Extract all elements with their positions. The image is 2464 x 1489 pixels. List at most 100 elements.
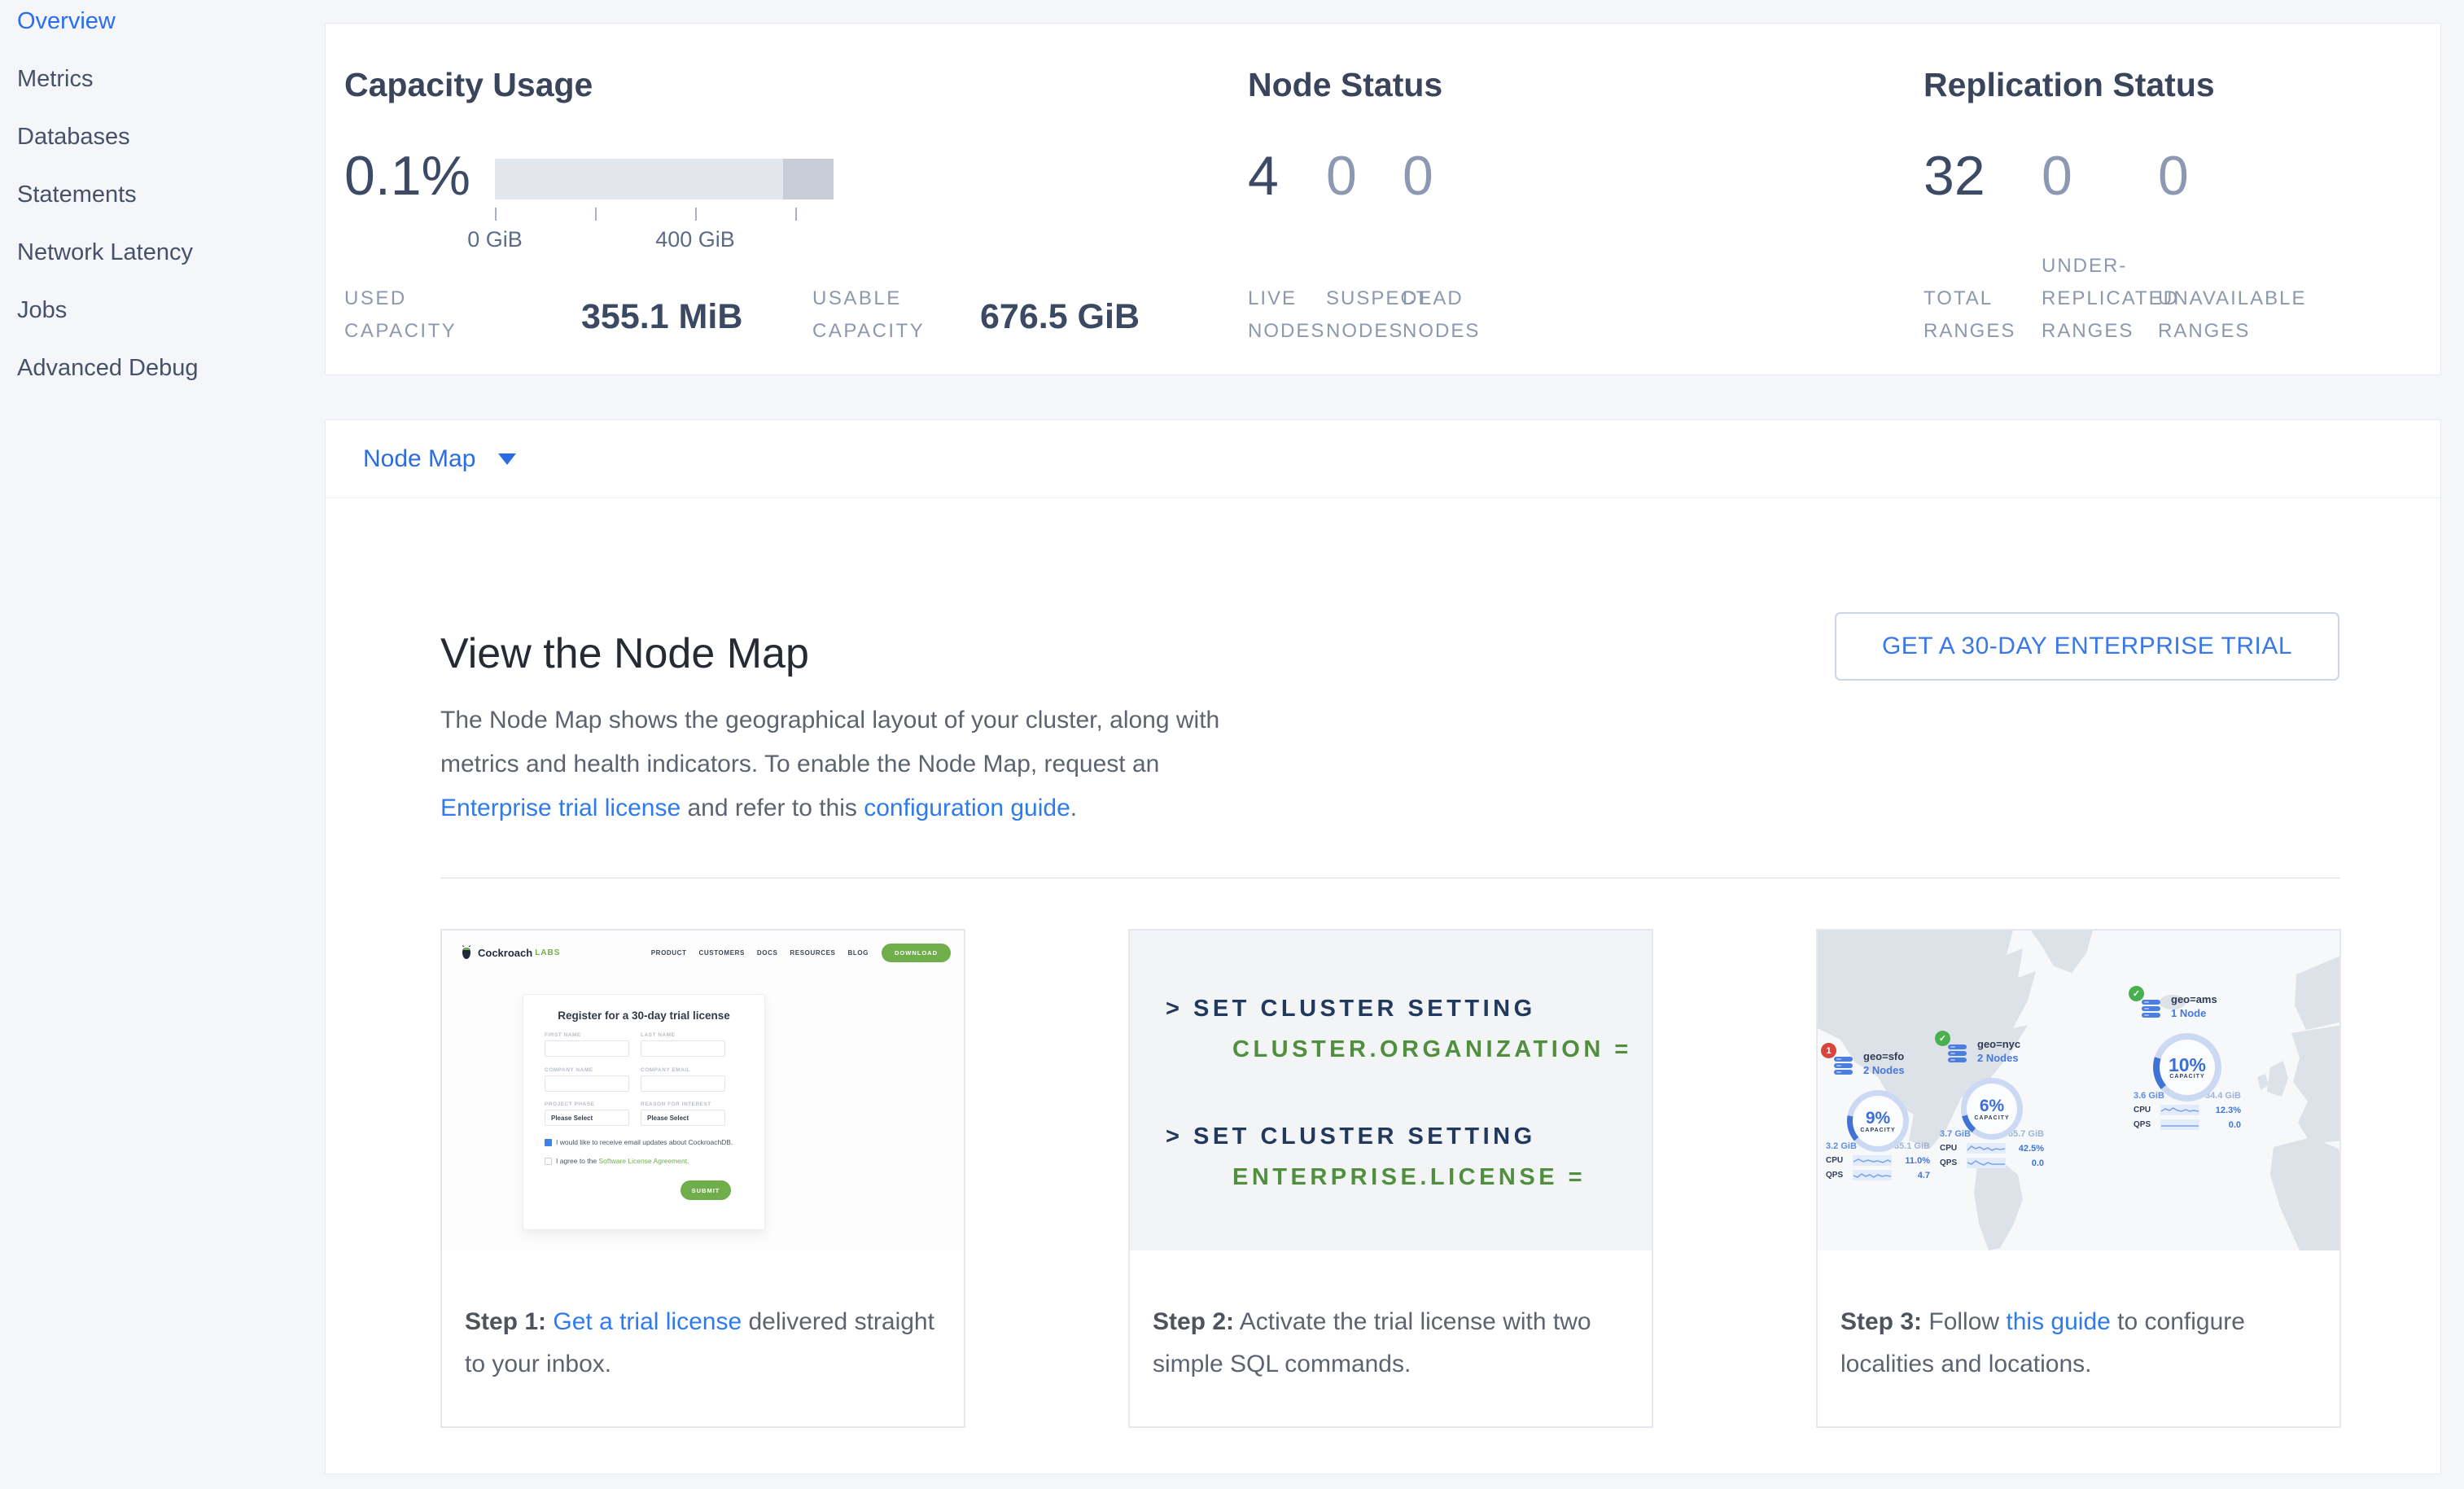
form-title: Register for a 30-day trial license	[523, 1009, 764, 1022]
sidebar-item-advanced-debug[interactable]: Advanced Debug	[17, 355, 324, 413]
field-label: PROJECT PHASE	[545, 1101, 594, 1107]
view-selector-label: Node Map	[363, 445, 475, 473]
usable-capacity-value: 676.5 GiB	[980, 297, 1140, 337]
capacity-ring: 10% CAPACITY	[2153, 1033, 2221, 1101]
sidebar-item-label: Statements	[17, 182, 137, 208]
dead-nodes-count: 0	[1403, 144, 1433, 208]
intro-text: .	[1070, 795, 1077, 821]
field-label: REASON FOR INTEREST	[641, 1101, 711, 1107]
used-gib: 3.7 GiB	[1940, 1129, 1971, 1139]
brand-name: Cockroach	[478, 947, 532, 959]
used-capacity-value: 355.1 MiB	[581, 297, 742, 337]
qps-label: QPS	[1940, 1158, 1963, 1167]
cpu-label: CPU	[1826, 1156, 1849, 1165]
sql-commands-illustration: > SET CLUSTER SETTING CLUSTER.ORGANIZATI…	[1130, 931, 1652, 1250]
last-name-field	[641, 1040, 725, 1057]
intro-text: and refer to this	[681, 795, 864, 821]
qps-sparkline	[1967, 1158, 2006, 1168]
axis-tick	[495, 208, 497, 221]
cpu-value: 12.3%	[2216, 1106, 2241, 1115]
get-enterprise-trial-button[interactable]: GET A 30-DAY ENTERPRISE TRIAL	[1835, 612, 2339, 681]
under-replicated-ranges-count: 0	[2042, 144, 2072, 208]
database-icon	[1946, 1044, 1969, 1065]
axis-tick-label-400: 400 GiB	[646, 227, 744, 252]
sidebar-item-label: Metrics	[17, 66, 93, 92]
label-line: NODES	[1326, 320, 1403, 342]
step2-text: Step 2: Activate the trial license with …	[1130, 1250, 1652, 1386]
download-button: DOWNLOAD	[882, 944, 951, 962]
capacity-percent: 10%	[2169, 1056, 2206, 1074]
step3-text: Step 3: Follow this guide to configure l…	[1818, 1250, 2339, 1386]
axis-tick-label-0: 0 GiB	[446, 227, 544, 252]
sidebar-item-label: Databases	[17, 124, 130, 150]
license-agreement-checkbox-row: I agree to the Software License Agreemen…	[545, 1157, 689, 1165]
database-icon	[1832, 1056, 1855, 1077]
live-nodes-count: 4	[1248, 144, 1279, 208]
live-nodes-label: LIVE NODES	[1248, 282, 1325, 348]
trial-license-form: Register for a 30-day trial license FIRS…	[523, 994, 765, 1230]
locality-widget-sfo: 1 geo=sfo 2 Nodes 9% CAPACITY	[1826, 1049, 1930, 1180]
total-gib: 34.4 GiB	[2205, 1091, 2241, 1101]
sidebar-item-network-latency[interactable]: Network Latency	[17, 239, 324, 297]
cpu-label: CPU	[1940, 1144, 1963, 1153]
field-label: LAST NAME	[641, 1032, 675, 1038]
overview-page: Overview Metrics Databases Statements Ne…	[0, 0, 2464, 1489]
label-line: UNDER-	[2042, 255, 2127, 277]
world-map: 1 geo=sfo 2 Nodes 9% CAPACITY	[1818, 931, 2339, 1250]
sidebar-item-metrics[interactable]: Metrics	[17, 66, 324, 124]
used-gib: 3.2 GiB	[1826, 1141, 1857, 1151]
label-line: UNAVAILABLE	[2158, 287, 2307, 309]
sidebar-item-label: Network Latency	[17, 239, 193, 265]
nav-item: CUSTOMERS	[699, 949, 745, 957]
configuration-guide-link[interactable]: configuration guide	[864, 795, 1070, 821]
page-title: View the Node Map	[440, 629, 809, 678]
first-name-field	[545, 1040, 629, 1057]
nav-item: DOCS	[757, 949, 778, 957]
capacity-percent: 0.1%	[344, 144, 470, 208]
step-prefix: Step 3:	[1840, 1308, 1922, 1335]
locality-node-count: 2 Nodes	[1977, 1051, 2044, 1065]
nav-item: RESOURCES	[790, 949, 835, 957]
field-label: COMPANY NAME	[545, 1067, 593, 1073]
suspect-nodes-count: 0	[1326, 144, 1357, 208]
company-name-field	[545, 1075, 629, 1092]
node-map-panel: Node Map View the Node Map The Node Map …	[325, 419, 2441, 1474]
label-line: DEAD	[1403, 287, 1464, 309]
qps-value: 0.0	[2229, 1120, 2241, 1130]
step2-card: > SET CLUSTER SETTING CLUSTER.ORGANIZATI…	[1128, 929, 1653, 1428]
cpu-sparkline	[1967, 1143, 2006, 1154]
label-line: USABLE	[812, 287, 902, 309]
capacity-label: CAPACITY	[2169, 1074, 2204, 1080]
sidebar-item-statements[interactable]: Statements	[17, 182, 324, 239]
capacity-ring: 6% CAPACITY	[1961, 1078, 2023, 1140]
enterprise-trial-license-link[interactable]: Enterprise trial license	[440, 795, 681, 821]
capacity-percent: 9%	[1866, 1110, 1890, 1128]
label-line: CAPACITY	[344, 320, 457, 342]
locality-name: geo=ams	[2171, 992, 2241, 1006]
cpu-sparkline	[1853, 1155, 1892, 1166]
locality-name: geo=nyc	[1977, 1037, 2044, 1051]
qps-sparkline	[2160, 1119, 2199, 1130]
sidebar-item-jobs[interactable]: Jobs	[17, 297, 324, 355]
cpu-sparkline	[2160, 1105, 2199, 1115]
qps-value: 4.7	[1918, 1171, 1930, 1180]
step-prefix: Step 2:	[1153, 1308, 1234, 1335]
sidebar-item-overview[interactable]: Overview	[17, 8, 324, 66]
step3-card: 1 geo=sfo 2 Nodes 9% CAPACITY	[1816, 929, 2341, 1428]
this-guide-link[interactable]: this guide	[2006, 1308, 2110, 1335]
email-updates-checkbox-row: I would like to receive email updates ab…	[545, 1138, 733, 1146]
cpu-label: CPU	[2134, 1106, 2156, 1115]
total-ranges-label: TOTAL RANGES	[1923, 282, 2015, 348]
submit-button: SUBMIT	[681, 1180, 731, 1200]
step-text	[1234, 1308, 1240, 1335]
step1-text: Step 1: Get a trial license delivered st…	[442, 1250, 964, 1386]
view-selector-dropdown[interactable]: Node Map	[326, 420, 2440, 498]
qps-label: QPS	[2134, 1120, 2156, 1129]
project-phase-select: Please Select	[545, 1110, 629, 1126]
capacity-percent: 6%	[1980, 1097, 2004, 1115]
sidebar-item-databases[interactable]: Databases	[17, 124, 324, 182]
axis-tick	[795, 208, 797, 221]
get-trial-license-link[interactable]: Get a trial license	[553, 1308, 742, 1335]
axis-tick	[695, 208, 697, 221]
label-line: CAPACITY	[812, 320, 925, 342]
